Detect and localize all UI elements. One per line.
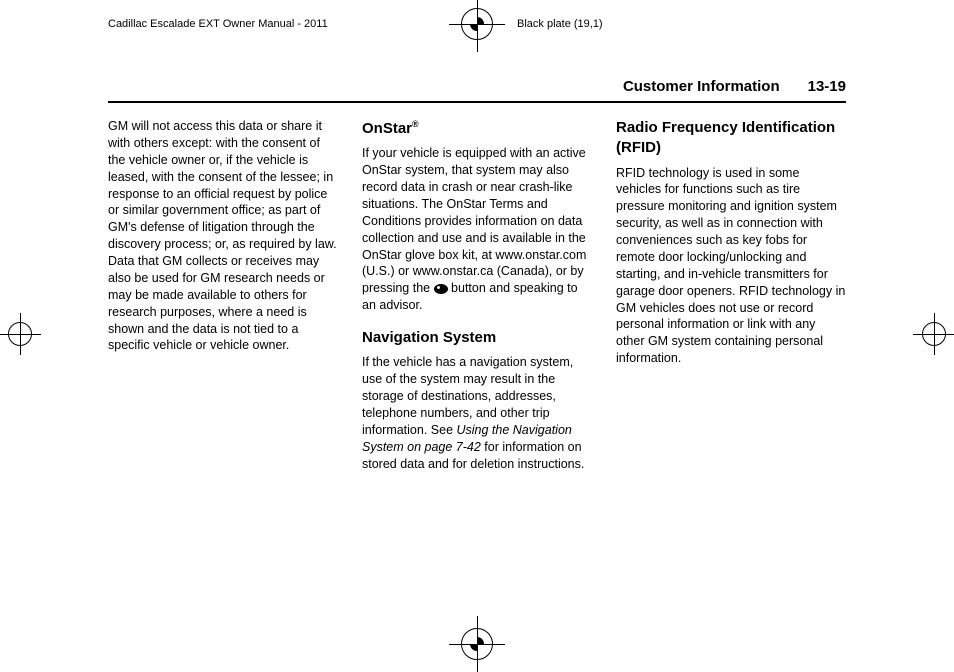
- onstar-heading: OnStar®: [362, 118, 592, 139]
- column-2: OnStar® If your vehicle is equipped with…: [362, 118, 592, 480]
- section-title: Customer Information: [623, 78, 780, 95]
- rfid-body: RFID technology is used in some vehicles…: [616, 165, 846, 368]
- registration-mark-left: [8, 322, 32, 346]
- page-header: Customer Information 13-19: [108, 78, 846, 103]
- rfid-heading: Radio Frequency Identification (RFID): [616, 118, 846, 159]
- registration-mark-bottom: [461, 628, 493, 660]
- registration-mark-top: [461, 8, 493, 40]
- manual-title: Cadillac Escalade EXT Owner Manual - 201…: [108, 18, 437, 30]
- column-3: Radio Frequency Identification (RFID) RF…: [616, 118, 846, 480]
- onstar-button-icon: [434, 284, 448, 294]
- content-area: GM will not access this data or share it…: [108, 118, 846, 480]
- gm-data-text: GM will not access this data or share it…: [108, 118, 338, 354]
- navigation-heading: Navigation System: [362, 328, 592, 348]
- page-number: 13-19: [808, 78, 846, 95]
- navigation-body: If the vehicle has a navigation system, …: [362, 354, 592, 472]
- registration-mark-right: [922, 322, 946, 346]
- column-1: GM will not access this data or share it…: [108, 118, 338, 480]
- onstar-body: If your vehicle is equipped with an acti…: [362, 145, 592, 314]
